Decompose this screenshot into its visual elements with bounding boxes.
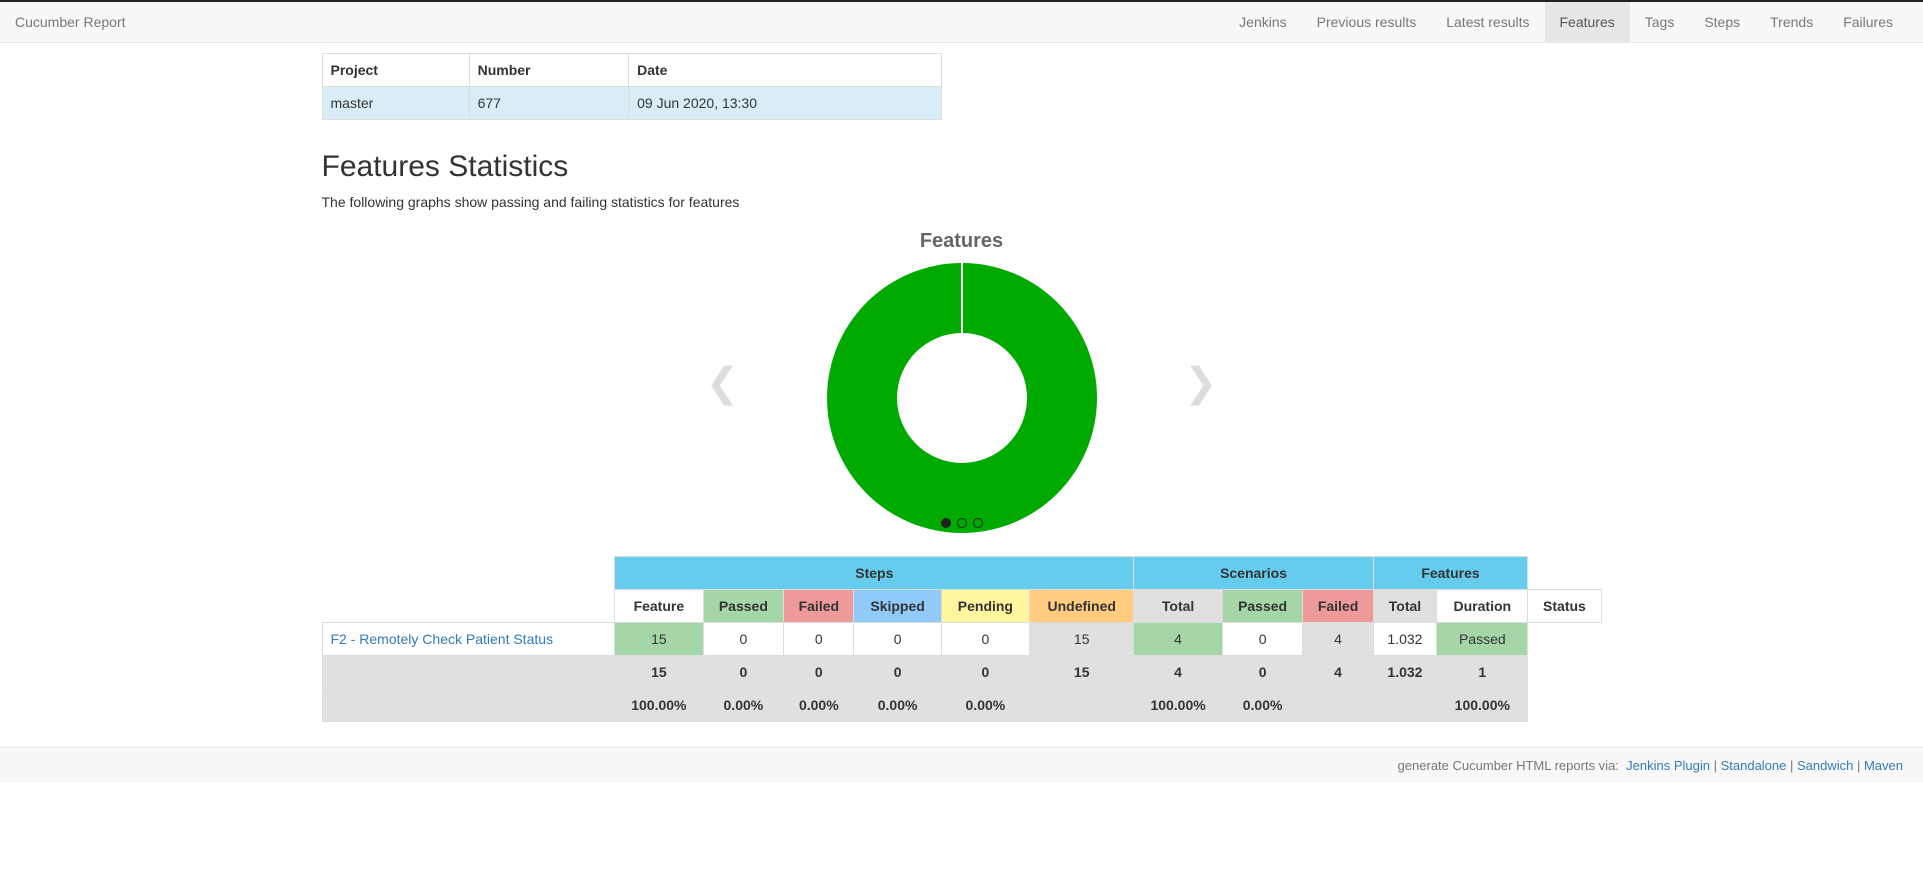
col-scen-passed: Passed: [1222, 590, 1303, 623]
navbar-brand[interactable]: Cucumber Report: [15, 14, 141, 30]
carousel-indicators: [941, 518, 983, 528]
main-container: Project Number Date master 677 09 Jun 20…: [322, 43, 1602, 722]
nav-jenkins[interactable]: Jenkins: [1224, 2, 1301, 42]
feature-link[interactable]: F2 - Remotely Check Patient Status: [331, 631, 554, 647]
group-steps: Steps: [615, 557, 1134, 590]
page-subtitle: The following graphs show passing and fa…: [322, 194, 1602, 210]
footer: generate Cucumber HTML reports via: Jenk…: [0, 747, 1923, 783]
nav-failures[interactable]: Failures: [1828, 2, 1908, 42]
col-steps-failed: Failed: [784, 590, 854, 623]
tot-steps-total: 15: [1030, 656, 1134, 689]
cell-scen-passed: 4: [1134, 623, 1222, 656]
nav-previous-results[interactable]: Previous results: [1302, 2, 1432, 42]
cell-steps-failed: 0: [703, 623, 784, 656]
pct-scen-passed: 100.00%: [1134, 689, 1222, 722]
tot-steps-passed: 15: [615, 656, 703, 689]
tot-steps-pending: 0: [854, 656, 941, 689]
tot-features: 1: [1437, 656, 1528, 689]
info-header-date: Date: [629, 54, 941, 87]
footer-link-maven[interactable]: Maven: [1864, 758, 1903, 773]
cell-duration: 1.032: [1373, 623, 1437, 656]
features-donut-chart: [827, 263, 1097, 533]
pct-steps-failed: 0.00%: [703, 689, 784, 722]
carousel-dot-3[interactable]: [973, 518, 983, 528]
col-feature: Feature: [615, 590, 703, 623]
tot-steps-skipped: 0: [784, 656, 854, 689]
pct-features: 100.00%: [1437, 689, 1528, 722]
cell-steps-pending: 0: [854, 623, 941, 656]
carousel-dot-1[interactable]: [941, 518, 951, 528]
nav-latest-results[interactable]: Latest results: [1431, 2, 1544, 42]
chart-title: Features: [322, 230, 1602, 253]
pct-steps-passed: 100.00%: [615, 689, 703, 722]
pct-scen-failed: 0.00%: [1222, 689, 1303, 722]
footer-link-standalone[interactable]: Standalone: [1721, 758, 1787, 773]
info-header-project: Project: [322, 54, 469, 87]
nav-steps[interactable]: Steps: [1689, 2, 1755, 42]
nav-tags[interactable]: Tags: [1630, 2, 1690, 42]
col-steps-total: Total: [1134, 590, 1222, 623]
tot-scen-total: 4: [1303, 656, 1373, 689]
group-scenarios: Scenarios: [1134, 557, 1373, 590]
info-header-number: Number: [469, 54, 629, 87]
build-info-table: Project Number Date master 677 09 Jun 20…: [322, 53, 942, 120]
totals-row: 15 0 0 0 0 15 4 0 4 1.032 1: [322, 656, 1601, 689]
navbar-nav: Jenkins Previous results Latest results …: [1224, 2, 1908, 42]
col-steps-pending: Pending: [941, 590, 1029, 623]
tot-steps-undefined: 0: [941, 656, 1029, 689]
col-scen-failed: Failed: [1303, 590, 1373, 623]
group-features: Features: [1373, 557, 1528, 590]
tot-scen-passed: 4: [1134, 656, 1222, 689]
carousel-next-icon[interactable]: ❯: [1184, 363, 1218, 403]
col-duration: Duration: [1437, 590, 1528, 623]
cell-steps-skipped: 0: [784, 623, 854, 656]
cell-steps-undefined: 0: [941, 623, 1029, 656]
cell-status: Passed: [1437, 623, 1528, 656]
table-row: F2 - Remotely Check Patient Status 15 0 …: [322, 623, 1601, 656]
col-status: Status: [1528, 590, 1601, 623]
tot-steps-failed: 0: [703, 656, 784, 689]
cell-scen-total: 4: [1303, 623, 1373, 656]
tot-scen-failed: 0: [1222, 656, 1303, 689]
footer-text: generate Cucumber HTML reports via:: [1398, 758, 1619, 773]
cell-steps-passed: 15: [615, 623, 703, 656]
info-number: 677: [469, 87, 629, 120]
stats-table: Steps Scenarios Features Feature Passed …: [322, 556, 1602, 722]
nav-features[interactable]: Features: [1545, 2, 1630, 42]
col-scen-total: Total: [1373, 590, 1437, 623]
percent-row: 100.00% 0.00% 0.00% 0.00% 0.00% 100.00% …: [322, 689, 1601, 722]
page-title: Features Statistics: [322, 150, 1602, 184]
chart-carousel: Features ❮ ❯: [322, 230, 1602, 536]
footer-link-sandwich[interactable]: Sandwich: [1797, 758, 1853, 773]
cell-steps-total: 15: [1030, 623, 1134, 656]
footer-link-jenkins[interactable]: Jenkins Plugin: [1626, 758, 1710, 773]
cell-scen-failed: 0: [1222, 623, 1303, 656]
carousel-dot-2[interactable]: [957, 518, 967, 528]
pct-steps-pending: 0.00%: [854, 689, 941, 722]
tot-duration: 1.032: [1373, 656, 1437, 689]
nav-trends[interactable]: Trends: [1755, 2, 1828, 42]
pct-steps-undefined: 0.00%: [941, 689, 1029, 722]
info-project: master: [322, 87, 469, 120]
info-date: 09 Jun 2020, 13:30: [629, 87, 941, 120]
col-steps-passed: Passed: [703, 590, 784, 623]
col-steps-undefined: Undefined: [1030, 590, 1134, 623]
carousel-prev-icon[interactable]: ❮: [706, 363, 740, 403]
pct-steps-skipped: 0.00%: [784, 689, 854, 722]
navbar: Cucumber Report Jenkins Previous results…: [0, 0, 1923, 43]
col-steps-skipped: Skipped: [854, 590, 941, 623]
